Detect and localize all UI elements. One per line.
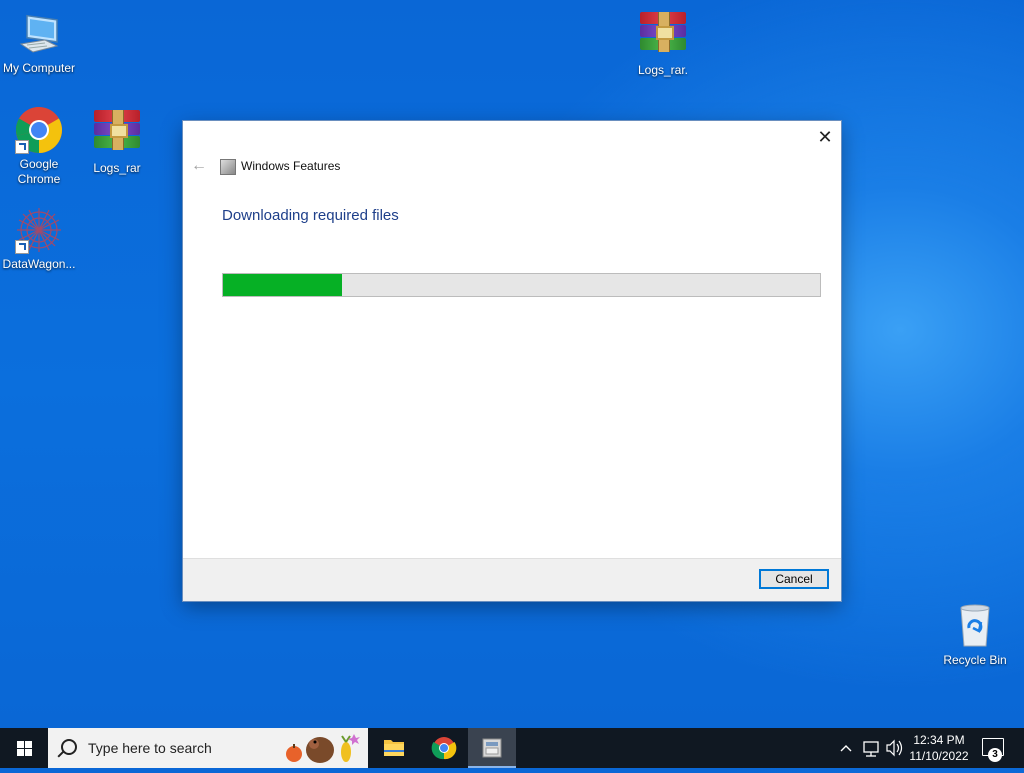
back-arrow-icon[interactable]: ←	[191, 157, 207, 175]
dialog-title: Windows Features	[241, 159, 341, 173]
desktop-icon-my-computer[interactable]: My Computer	[0, 10, 78, 76]
shortcut-arrow-icon	[15, 140, 29, 154]
volume-icon	[886, 739, 903, 757]
show-hidden-icons-chevron-icon	[840, 745, 852, 752]
recycle-bin-icon	[951, 602, 999, 650]
taskbar-chrome[interactable]	[420, 728, 468, 768]
search-placeholder: Type here to search	[88, 740, 212, 756]
windows-features-dialog: ✕ ← Windows Features Downloading require…	[183, 121, 841, 601]
chrome-icon	[431, 737, 457, 760]
dialog-footer: Cancel	[183, 558, 841, 601]
windows-features-icon	[220, 159, 236, 175]
desktop-icon-label: Recycle Bin	[943, 653, 1007, 667]
windows-features-icon	[482, 738, 502, 758]
taskbar-search-box[interactable]: Type here to search	[48, 728, 368, 768]
chrome-icon	[15, 106, 63, 154]
desktop-icon-logs-rar-2[interactable]: Logs_rar.	[624, 8, 702, 78]
start-button[interactable]	[0, 728, 48, 768]
clock-time: 12:34 PM	[913, 733, 965, 747]
desktop-icon-label: Logs_rar.	[637, 63, 689, 77]
winrar-archive-icon	[639, 12, 687, 60]
search-highlight-harvest-icon	[286, 734, 360, 763]
folder-icon	[384, 740, 404, 756]
datawagon-icon	[15, 206, 63, 254]
network-icon	[863, 741, 879, 757]
desktop-icon-label: My Computer	[2, 61, 76, 75]
taskbar-clock[interactable]: 12:34 PM 11/10/2022	[906, 732, 972, 764]
desktop-icon-google-chrome[interactable]: Google Chrome	[0, 106, 78, 187]
notification-count-badge: 3	[988, 748, 1002, 762]
close-icon[interactable]: ✕	[815, 127, 835, 147]
desktop-icon-recycle-bin[interactable]: Recycle Bin	[936, 602, 1014, 668]
winrar-archive-icon	[93, 110, 141, 158]
clock-date: 11/10/2022	[909, 749, 969, 763]
download-progress-bar	[222, 273, 821, 297]
search-icon	[61, 739, 77, 755]
dialog-heading: Downloading required files	[222, 207, 399, 224]
windows-logo-icon	[17, 741, 32, 756]
shortcut-arrow-icon	[15, 240, 29, 254]
progress-fill	[223, 274, 343, 296]
taskbar-windows-features[interactable]	[468, 728, 516, 768]
desktop-icon-datawagon[interactable]: DataWagon...	[0, 206, 78, 272]
desktop-icon-logs-rar[interactable]: Logs_rar	[78, 106, 156, 176]
desktop-icon-label: Google Chrome	[17, 157, 61, 186]
taskbar-file-explorer[interactable]	[370, 728, 418, 768]
computer-icon	[15, 10, 63, 58]
desktop-icon-label: DataWagon...	[2, 257, 76, 271]
cancel-button[interactable]: Cancel	[759, 569, 829, 589]
taskbar: Type here to search 12:34 PM 11/10/2022 …	[0, 728, 1024, 768]
system-tray	[836, 728, 906, 768]
desktop-icon-label: Logs_rar	[93, 161, 141, 175]
